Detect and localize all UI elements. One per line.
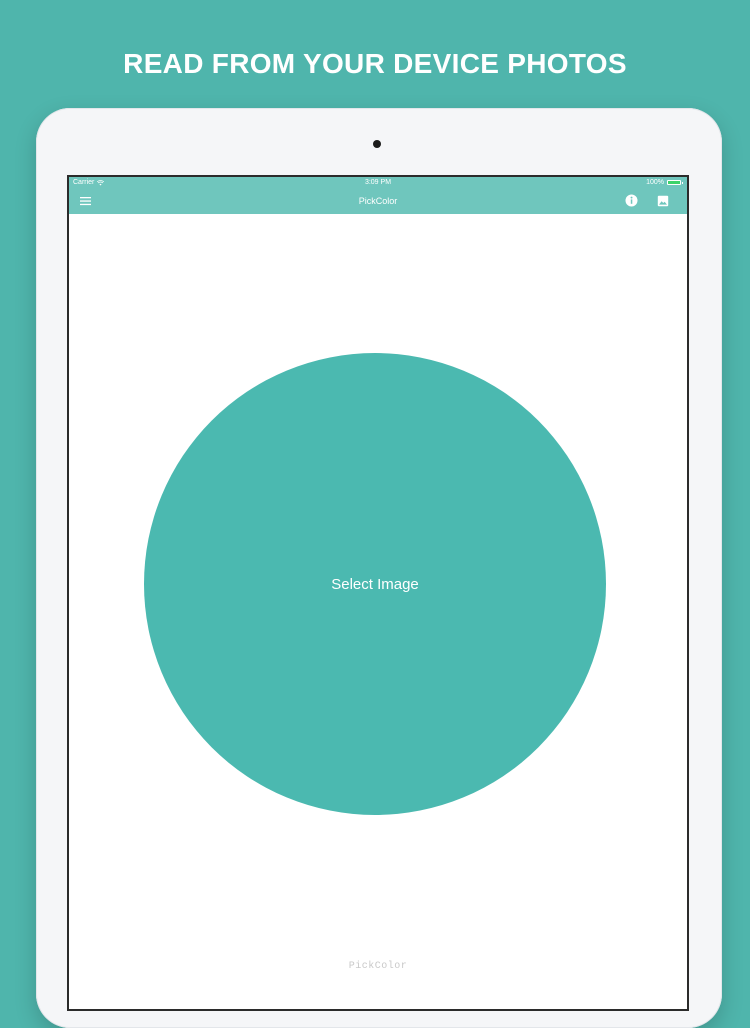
info-icon[interactable] bbox=[625, 194, 638, 207]
footer-brand: PickColor bbox=[348, 961, 408, 972]
promo-headline: READ FROM YOUR DEVICE PHOTOS bbox=[123, 48, 627, 79]
app-screen: Carrier 3:09 PM 100% PickColor Select Im… bbox=[67, 175, 689, 1011]
status-time: 3:09 PM bbox=[364, 179, 392, 186]
nav-bar: PickColor bbox=[69, 188, 687, 214]
photo-icon[interactable] bbox=[657, 195, 669, 207]
select-image-button[interactable]: Select Image bbox=[144, 353, 606, 815]
front-camera bbox=[373, 140, 381, 148]
status-right: 100% bbox=[646, 177, 683, 188]
battery-icon bbox=[667, 180, 683, 185]
select-image-label: Select Image bbox=[331, 575, 419, 593]
status-bar: Carrier 3:09 PM 100% bbox=[69, 177, 687, 188]
battery-percent: 100% bbox=[646, 179, 664, 186]
tablet-device-frame: Carrier 3:09 PM 100% PickColor Select Im… bbox=[36, 108, 722, 1028]
nav-title: PickColor bbox=[358, 196, 398, 206]
